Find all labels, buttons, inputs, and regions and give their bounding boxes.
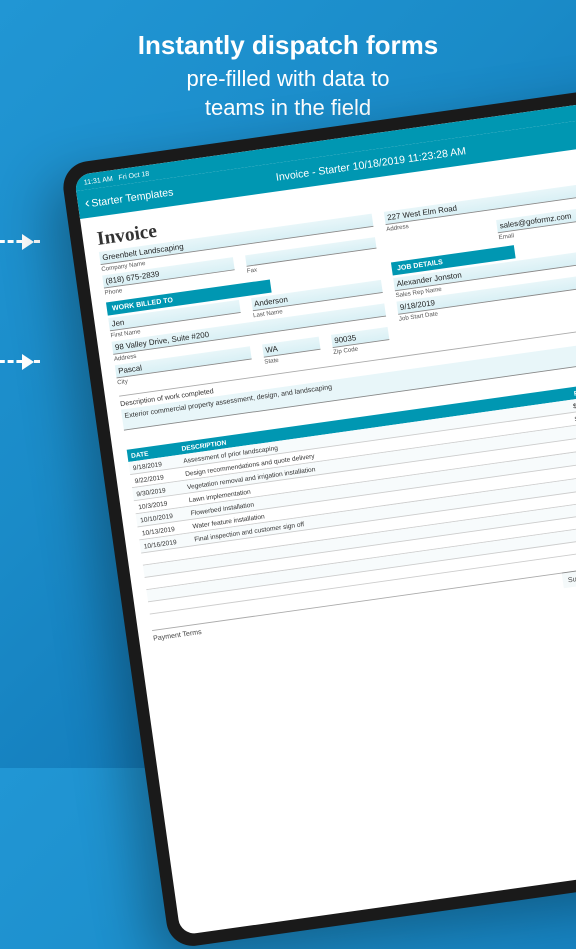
state-field[interactable]: WA State bbox=[262, 337, 322, 366]
zip-field[interactable]: 90035 Zip Code bbox=[331, 327, 391, 356]
invoice-form: Invoice Greenbelt Landscaping Company Na… bbox=[80, 137, 576, 659]
headline-title: Instantly dispatch forms bbox=[40, 30, 536, 61]
arrow-icon bbox=[0, 240, 40, 243]
tablet-screen: 11:31 AM Fri Oct 18 ✈ ⌵ ☾ 50% ▭ ‹ Starte… bbox=[74, 93, 576, 935]
arrow-icon bbox=[0, 360, 40, 363]
chevron-left-icon: ‹ bbox=[84, 197, 91, 212]
subtotal-row: Sub Total 36.0 hours bbox=[562, 552, 576, 589]
tablet-frame: 11:31 AM Fri Oct 18 ✈ ⌵ ☾ 50% ▭ ‹ Starte… bbox=[60, 79, 576, 949]
